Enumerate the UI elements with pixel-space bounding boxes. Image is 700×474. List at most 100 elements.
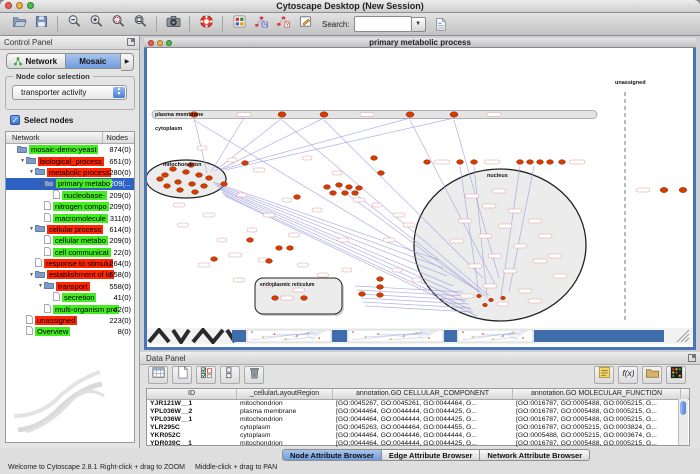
network-label[interactable]: establishment of lo xyxy=(47,270,114,279)
annotation-layout-2-button[interactable]: Y xyxy=(272,15,294,34)
save-button[interactable] xyxy=(30,15,52,34)
zoom-selected-region-button[interactable] xyxy=(107,15,129,34)
network-tree-row[interactable]: macromolecule311(0) xyxy=(6,212,134,223)
network-tree-row[interactable]: response to stimulu264(0) xyxy=(6,258,134,269)
network-label[interactable]: response to stimulu xyxy=(44,259,113,268)
table-row[interactable]: YDR039C__1mitochondrion[GO:0044464, GO:0… xyxy=(147,440,689,448)
network-label[interactable]: multi-organism pro xyxy=(53,305,119,314)
network-label[interactable]: macromolecule xyxy=(53,214,108,223)
network-label[interactable]: cellular metabo xyxy=(53,236,108,245)
network-tree-row[interactable]: nucleobase-209(0) xyxy=(6,190,134,201)
network-tree-row[interactable]: ▼establishment of lo558(0) xyxy=(6,269,134,280)
tab-overflow-button[interactable]: ▶ xyxy=(121,53,134,71)
tab-mosaic[interactable]: Mosaic xyxy=(66,53,122,69)
attribute-table-button[interactable] xyxy=(148,366,168,384)
delete-attribute-button[interactable] xyxy=(244,366,264,384)
network-label[interactable]: metabolic process xyxy=(47,168,111,177)
annotation-note-icon xyxy=(597,365,612,385)
network-label[interactable]: Overview xyxy=(35,327,70,336)
network-tree-row[interactable]: multi-organism pro42(0) xyxy=(6,303,134,314)
network-tree-row[interactable]: cellular metabo209(0) xyxy=(6,235,134,246)
new-attribute-icon xyxy=(175,365,190,385)
function-builder-button[interactable]: f(x) xyxy=(618,366,638,384)
node-color-dropdown[interactable]: transporter activity ▲▼ xyxy=(12,85,127,100)
network-tree-row[interactable]: Overview8(0) xyxy=(6,326,134,337)
select-nodes-checkbox[interactable]: ✓ xyxy=(10,115,20,125)
node-count: 223(0) xyxy=(109,316,131,325)
edit-annotation-button[interactable] xyxy=(294,15,316,34)
svg-text:N: N xyxy=(263,22,266,27)
network-view[interactable]: plasma membranecytoplasmmitochondrionnuc… xyxy=(147,48,693,344)
help-button[interactable] xyxy=(195,15,217,34)
table-row[interactable]: YLR295Ccytoplasm[GO:0045263, GO:0044464,… xyxy=(147,424,689,432)
network-tree-row[interactable]: ▼cellular process614(0) xyxy=(6,224,134,235)
network-label[interactable]: primary metabo xyxy=(56,179,112,188)
column-header[interactable]: ID xyxy=(147,389,237,399)
network-tree-row[interactable]: cell communicat22(0) xyxy=(6,247,134,258)
column-header[interactable]: annotation.GO CELLULAR_COMPONENT xyxy=(333,389,513,399)
zoom-fit-button[interactable] xyxy=(129,15,151,34)
table-cell: mitochondrion xyxy=(237,416,333,424)
float-panel-icon[interactable] xyxy=(127,38,135,46)
leaf-icon xyxy=(26,326,33,337)
table-row[interactable]: YPL036W__2plasma membrane[GO:0044464, GO… xyxy=(147,408,689,416)
table-cell: [GO:0044464, GO:0044444, GO:0044425, G..… xyxy=(333,440,513,448)
network-label[interactable]: unassigned xyxy=(35,316,77,325)
column-header[interactable]: annotation.GO MOLECULAR_FUNCTION xyxy=(513,389,681,399)
node-count: 42(0) xyxy=(113,305,131,314)
annotation-note-button[interactable] xyxy=(594,366,614,384)
attribute-matrix-button[interactable] xyxy=(666,366,686,384)
network-tree-row[interactable]: secretion41(0) xyxy=(6,292,134,303)
network-tree-row[interactable]: ▼primary metabo209(... xyxy=(6,178,134,189)
vizmapper-button[interactable] xyxy=(228,15,250,34)
annotation-layout-1-button[interactable]: N xyxy=(250,15,272,34)
network-tree-row[interactable]: unassigned 223(0) xyxy=(6,315,134,326)
import-attributes-button[interactable] xyxy=(642,366,662,384)
snapshot-button[interactable] xyxy=(162,15,184,34)
tab-network[interactable]: Network xyxy=(6,53,66,69)
scrollbar-thumb[interactable] xyxy=(680,401,686,415)
zoom-out-button[interactable] xyxy=(63,15,85,34)
search-options-button[interactable] xyxy=(430,15,452,34)
select-attributes-button[interactable] xyxy=(196,366,216,384)
network-label[interactable]: transport xyxy=(56,282,90,291)
table-scrollbar[interactable] xyxy=(678,399,688,445)
tab-node-attribute-browser[interactable]: Node Attribute Browser xyxy=(282,449,382,461)
open-file-button[interactable] xyxy=(8,15,30,34)
dropdown-stepper-icon[interactable]: ▲▼ xyxy=(113,87,125,98)
control-panel-header: Control Panel xyxy=(0,36,139,50)
node-color-selection-group: Node color selection transporter activit… xyxy=(5,76,135,110)
search-input[interactable] xyxy=(354,16,412,32)
search-dropdown-arrow-icon[interactable]: ▼ xyxy=(412,17,426,32)
network-tree-row[interactable]: nitrogen compo209(0) xyxy=(6,201,134,212)
node-count: 311(0) xyxy=(110,214,131,223)
table-cell: mitochondrion xyxy=(237,400,333,408)
table-row[interactable]: YKR052Ccytoplasm[GO:0044464, GO:0044446,… xyxy=(147,432,689,440)
new-attribute-button[interactable] xyxy=(172,366,192,384)
network-label[interactable]: nucleobase- xyxy=(62,191,107,200)
network-tree-row[interactable]: ▼metabolic process280(0) xyxy=(6,167,134,178)
unselect-attributes-button[interactable] xyxy=(220,366,240,384)
table-row[interactable]: YJR121W__1mitochondrion[GO:0045267, GO:0… xyxy=(147,400,689,408)
tab-edge-attribute-browser[interactable]: Edge Attribute Browser xyxy=(382,449,480,461)
network-tree-row[interactable]: mosaic-demo-yeast874(0) xyxy=(6,144,134,155)
tab-network-attribute-browser[interactable]: Network Attribute Browser xyxy=(480,449,590,461)
network-label[interactable]: cell communicat xyxy=(53,248,111,257)
network-label[interactable]: cellular process xyxy=(47,225,103,234)
table-row[interactable]: YPL036W__1mitochondrion[GO:0044464, GO:0… xyxy=(147,416,689,424)
data-panel-float-icon[interactable] xyxy=(688,354,696,362)
network-label[interactable]: nitrogen compo xyxy=(53,202,109,211)
annotation-layout-1-icon: N xyxy=(254,14,269,34)
save-icon xyxy=(34,14,49,34)
column-header[interactable]: _cellularLayoutRegion xyxy=(237,389,333,399)
network-tree-row[interactable]: ▼biological_process651(0) xyxy=(6,155,134,166)
window-title: Cytoscape Desktop (New Session) xyxy=(0,1,700,11)
network-label[interactable]: secretion xyxy=(62,293,96,302)
network-tree-row[interactable]: ▼transport558(0) xyxy=(6,281,134,292)
network-frame-titlebar[interactable]: primary metabolic process xyxy=(144,38,696,48)
zoom-in-button[interactable] xyxy=(85,15,107,34)
leaf-icon xyxy=(44,304,51,315)
background-windows-strip[interactable] xyxy=(147,328,693,344)
network-label[interactable]: mosaic-demo-yeast xyxy=(29,145,98,154)
network-label[interactable]: biological_process xyxy=(38,157,104,166)
